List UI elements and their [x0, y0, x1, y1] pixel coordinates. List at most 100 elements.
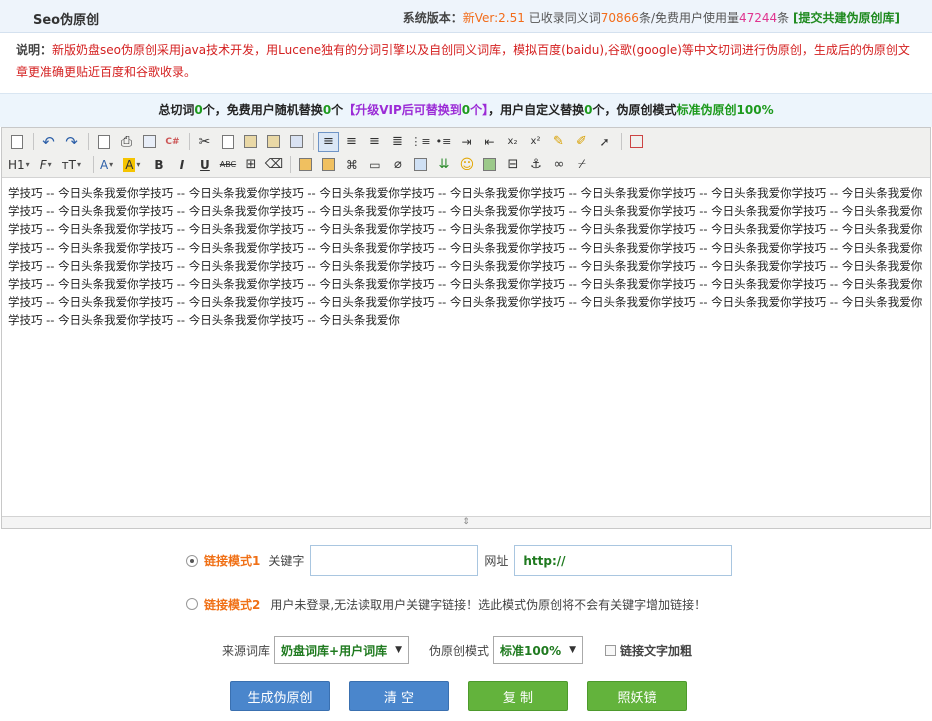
source-icon[interactable] [6, 132, 27, 152]
link-mode-1-radio[interactable] [186, 554, 198, 567]
media-icon[interactable]: ▭ [364, 155, 385, 175]
toolbar-divider [92, 156, 94, 173]
paste-word-icon[interactable] [286, 132, 307, 152]
font-color-label: A [99, 157, 109, 172]
italic-button[interactable]: I [171, 155, 192, 175]
link-mode-1-label: 链接模式1 [204, 554, 261, 568]
preview-icon[interactable] [93, 132, 114, 152]
title-bar: Seo伪原创 系统版本：新Ver:2.51 已收录同义词70866条/免费用户使… [0, 0, 932, 33]
cursor-icon[interactable]: ➚ [594, 132, 615, 152]
bold-links-checkbox[interactable] [605, 644, 617, 656]
font-color-dropdown[interactable]: A ▾ [98, 155, 115, 175]
subscript-icon[interactable]: x₂ [502, 132, 523, 152]
copy-icon[interactable] [217, 132, 238, 152]
fullscreen-icon[interactable] [626, 132, 647, 152]
check-button[interactable]: 照妖镜 [587, 681, 687, 711]
insert-hr-icon[interactable]: ⇊ [433, 155, 454, 175]
mode-label: 个，伪原创模式 [592, 103, 677, 117]
highlight-label: A [123, 157, 136, 172]
paste-text-icon[interactable] [263, 132, 284, 152]
table-icon[interactable]: ⊞ [240, 155, 261, 175]
align-left-icon[interactable]: ≡ [318, 131, 339, 152]
count-suffix: 条 [777, 11, 790, 25]
generate-button[interactable]: 生成伪原创 [230, 681, 330, 711]
insert-row-icon[interactable] [295, 155, 316, 175]
cut-icon[interactable]: ✂ [194, 132, 215, 152]
submit-library-link[interactable]: [提交共建伪原创库] [793, 11, 900, 25]
chevron-down-icon: ▾ [109, 160, 114, 169]
resize-handle[interactable]: ⇕ [2, 516, 930, 528]
font-family-dropdown[interactable]: F ▾ [38, 155, 54, 175]
print-icon[interactable]: ⎙ [116, 132, 137, 152]
clear-button[interactable]: 清 空 [349, 681, 449, 711]
strikethrough-button[interactable]: ABC [217, 155, 238, 175]
paste-icon[interactable] [240, 132, 261, 152]
flash-icon[interactable]: ⌘ [341, 155, 362, 175]
url-label: 网址 [484, 554, 509, 568]
mode-value: 标准伪原创100% [676, 103, 774, 117]
redo-icon[interactable]: ↷ [61, 132, 82, 152]
eraser-icon[interactable]: ⌫ [263, 155, 284, 175]
undo-icon[interactable]: ↶ [38, 132, 59, 152]
heading-dropdown[interactable]: H1 ▾ [6, 155, 32, 175]
superscript-icon[interactable]: x² [525, 132, 546, 152]
toolbar-row-1: ↶ ↷ ⎙ C# ✂ ≡ ≡ ≡ ≣ ⋮≡ •≡ ⇥ ⇤ x₂ x² ✎ ✐ ➚ [6, 130, 926, 153]
align-center-icon[interactable]: ≡ [341, 132, 362, 152]
version-info: 系统版本：新Ver:2.51 已收录同义词70866条/免费用户使用量47244… [403, 9, 900, 26]
justify-icon[interactable]: ≣ [387, 132, 408, 152]
toolbar-divider [189, 133, 190, 150]
free-replace-count: 0 [322, 103, 332, 117]
mode-select-value: 标准100% [500, 643, 562, 658]
note-label: 说明： [16, 43, 53, 57]
heading-label: H1 [8, 157, 25, 172]
link-mode-2-label: 链接模式2 [204, 597, 261, 612]
total-unit: 个 [202, 103, 215, 117]
keyword-input[interactable] [310, 545, 479, 576]
indent-icon[interactable]: ⇥ [456, 132, 477, 152]
custom-replace-label: ，用户自定义替换 [488, 103, 585, 117]
anchor-icon[interactable]: ⚓ [525, 155, 546, 175]
image-icon[interactable] [479, 155, 500, 175]
ordered-list-icon[interactable]: ⋮≡ [410, 132, 431, 152]
font-size-label: тT [61, 157, 76, 172]
grid-table-icon[interactable] [410, 155, 431, 175]
source-select[interactable]: 奶盘词库+用户词库 ▼ [274, 636, 409, 664]
link-mode-1-row: 链接模式1 关键字 网址 http:// [186, 545, 733, 576]
custom-replace-count: 0 [584, 103, 593, 117]
link-mode-2-message: 用户未登录,无法读取用户关键字链接！选此模式伪原创将不会有关键字增加链接！ [270, 597, 707, 612]
stats-bar: 总切词0个，免费用户随机替换0个【升级VIP后可替换到0个】，用户自定义替换0个… [0, 93, 932, 127]
toolbar-divider [621, 133, 622, 150]
synonyms-label: 已收录同义词 [528, 11, 601, 25]
template-icon[interactable] [139, 132, 160, 152]
bold-links-label: 链接文字加粗 [620, 643, 693, 658]
description-note: 说明：新版奶盘seo伪原创采用java技术开发，用Lucene独有的分词引擎以及… [0, 33, 932, 93]
page-break-icon[interactable]: ⊟ [502, 155, 523, 175]
font-size-dropdown[interactable]: тT ▾ [60, 155, 83, 175]
editor-toolbar: ↶ ↷ ⎙ C# ✂ ≡ ≡ ≡ ≣ ⋮≡ •≡ ⇥ ⇤ x₂ x² ✎ ✐ ➚… [2, 128, 930, 178]
code-icon[interactable]: C# [162, 132, 183, 152]
font-family-label: F [39, 157, 47, 172]
align-right-icon[interactable]: ≡ [364, 132, 385, 152]
clear-format-icon[interactable]: ✎ [548, 132, 569, 152]
toolbar-divider [313, 133, 314, 150]
underline-button[interactable]: U [194, 155, 215, 175]
insert-column-icon[interactable] [318, 155, 339, 175]
emoticon-icon[interactable]: ☺ [456, 155, 477, 175]
select-all-icon[interactable]: ✐ [571, 132, 592, 152]
unordered-list-icon[interactable]: •≡ [433, 132, 454, 152]
url-input[interactable]: http:// [514, 545, 733, 576]
total-label: 总切词 [158, 103, 195, 117]
chevron-down-icon: ▾ [47, 160, 52, 169]
link-mode-2-radio[interactable] [186, 598, 198, 610]
copy-button[interactable]: 复 制 [468, 681, 568, 711]
bold-button[interactable]: B [148, 155, 169, 175]
outdent-icon[interactable]: ⇤ [479, 132, 500, 152]
mode-select[interactable]: 标准100% ▼ [493, 636, 584, 664]
attachment-icon[interactable]: ⌀ [387, 155, 408, 175]
vip-count: 0 [461, 103, 471, 117]
synonyms-count: 70866 [600, 11, 639, 25]
unlink-icon[interactable]: ⌿ [571, 155, 592, 175]
editor-content[interactable]: 学技巧 -- 今日头条我爱你学技巧 -- 今日头条我爱你学技巧 -- 今日头条我… [2, 178, 930, 516]
highlight-dropdown[interactable]: A ▾ [121, 155, 142, 175]
link-icon[interactable]: ∞ [548, 155, 569, 175]
